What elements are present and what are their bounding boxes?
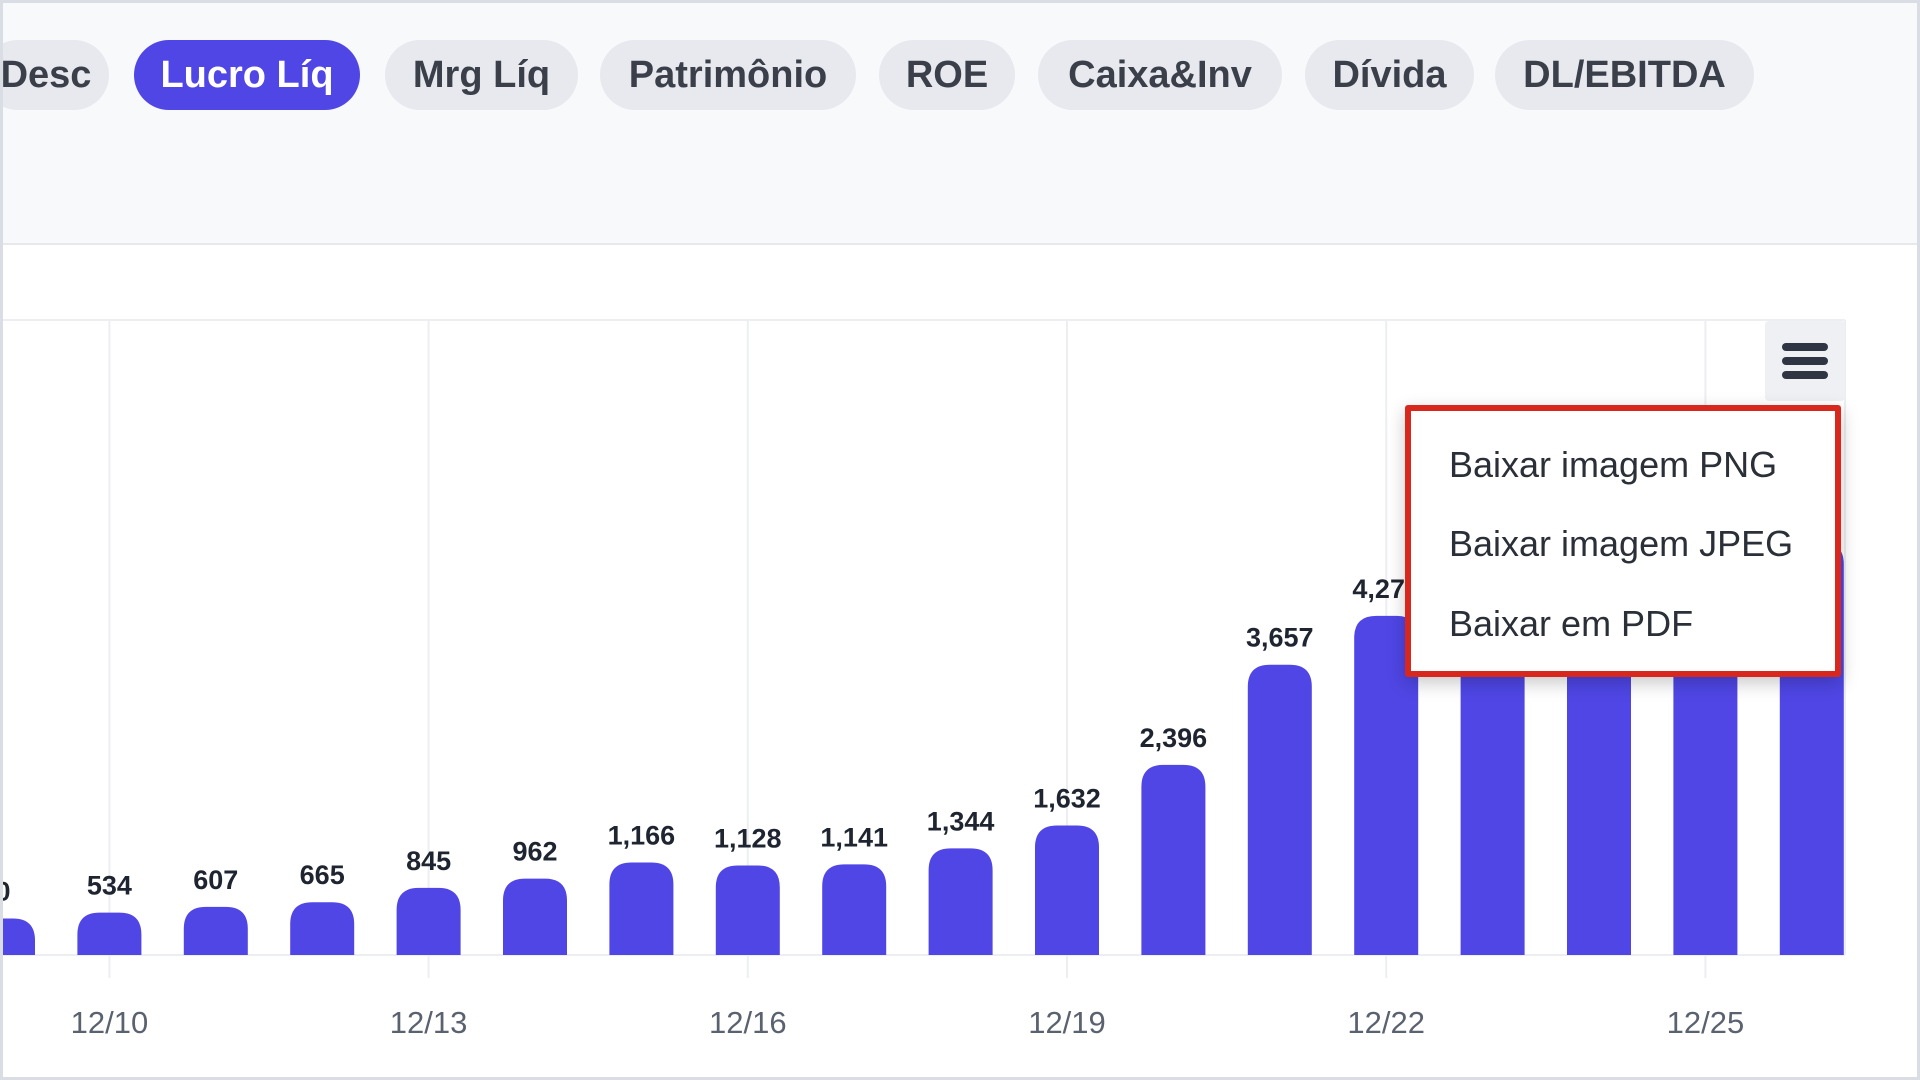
x-tick-label: 12/25: [1667, 1005, 1745, 1040]
bar-12/18[interactable]: [928, 848, 993, 955]
bar-12/09[interactable]: [3, 918, 35, 955]
hamburger-menu-icon-line: [1782, 357, 1828, 365]
bar-12/21[interactable]: [1247, 664, 1312, 955]
bar-12/11[interactable]: [183, 906, 248, 955]
x-tick-label: 12/19: [1028, 1005, 1106, 1040]
bar-12/14[interactable]: [503, 878, 567, 955]
download-jpeg-menu-item[interactable]: Baixar imagem JPEG: [1449, 514, 1793, 574]
download-pdf-menu-item[interactable]: Baixar em PDF: [1449, 594, 1693, 654]
bar-12/16[interactable]: [715, 865, 780, 955]
data-label: 0: [3, 876, 11, 906]
data-label: 1,166: [608, 820, 676, 850]
bar-12/12[interactable]: [290, 902, 355, 955]
chart-export-menu: Baixar imagem PNG Baixar imagem JPEG Bai…: [1405, 405, 1841, 677]
app-frame: Desc Lucro Líq Mrg Líq Patrimônio ROE Ca…: [0, 0, 1920, 1080]
x-tick-label: 12/16: [709, 1005, 787, 1040]
data-label: 1,632: [1033, 783, 1101, 813]
bar-12/15[interactable]: [609, 862, 674, 955]
bar-12/13[interactable]: [396, 887, 461, 955]
x-tick-label: 12/22: [1347, 1005, 1425, 1040]
data-label: 534: [87, 871, 132, 901]
bar-12/17[interactable]: [822, 864, 887, 955]
data-label: 1,128: [714, 823, 782, 853]
data-label: 962: [512, 837, 557, 867]
data-label: 607: [193, 865, 238, 895]
data-label: 1,141: [820, 822, 888, 852]
bar-12/20[interactable]: [1141, 764, 1206, 955]
data-label: 845: [406, 846, 451, 876]
data-label: 1,344: [927, 806, 995, 836]
hamburger-menu-icon-line: [1782, 343, 1828, 351]
chart-menu-button[interactable]: [1765, 321, 1845, 401]
data-label: 2,396: [1140, 723, 1208, 753]
data-label: 665: [300, 860, 345, 890]
x-tick-label: 12/13: [390, 1005, 468, 1040]
x-tick-label: 12/10: [71, 1005, 149, 1040]
bar-12/10[interactable]: [77, 912, 142, 955]
bar-12/19[interactable]: [1035, 825, 1099, 955]
download-png-menu-item[interactable]: Baixar imagem PNG: [1449, 435, 1777, 495]
hamburger-menu-icon-line: [1782, 371, 1828, 379]
x-axis-ticks: 12/10 12/13 12/16 12/19 12/22 12/25: [71, 1005, 1745, 1040]
data-label: 3,657: [1246, 623, 1314, 653]
